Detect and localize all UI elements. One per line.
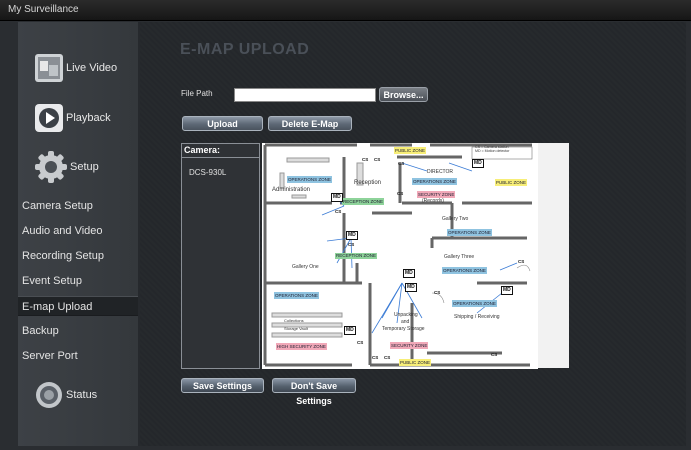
camera-station-marker: CS xyxy=(434,290,441,295)
room-gallery-two: Gallery Two xyxy=(442,216,469,222)
motion-detector-marker: MD xyxy=(331,193,343,202)
live-video-icon xyxy=(34,53,64,83)
sidebar-item-status[interactable]: Status xyxy=(18,380,138,410)
title-bar: My Surveillance xyxy=(0,0,691,21)
room-temporary-storage: Temporary Storage xyxy=(382,326,425,332)
camera-list-panel: Camera: DCS-930L xyxy=(181,143,260,369)
camera-station-marker: CS xyxy=(384,355,391,360)
room-shipping-receiving: Shipping / Receiving xyxy=(454,314,500,320)
sidebar-item-label: Recording Setup xyxy=(22,250,104,262)
sidebar-item-recording-setup[interactable]: Recording Setup xyxy=(22,246,134,266)
room-records: (Records) xyxy=(422,198,444,204)
sidebar-item-label: Setup xyxy=(70,161,99,173)
room-reception: Reception xyxy=(354,180,382,186)
room-storage-vault: Storage Vault xyxy=(284,326,308,331)
motion-detector-marker: MD xyxy=(405,283,417,292)
delete-emap-button[interactable]: Delete E-Map xyxy=(268,116,352,131)
sidebar-item-event-setup[interactable]: Event Setup xyxy=(22,271,134,291)
motion-detector-marker: MD xyxy=(472,159,484,168)
zone-label: OPERATIONS ZONE xyxy=(287,176,332,183)
sidebar-item-label: Audio and Video xyxy=(22,225,103,237)
camera-station-marker: CS xyxy=(348,242,355,247)
camera-station-marker: CS xyxy=(335,209,342,214)
page-title: E-MAP UPLOAD xyxy=(180,41,310,58)
room-gallery-three: Gallery Three xyxy=(444,254,475,260)
file-path-input[interactable] xyxy=(234,88,376,102)
camera-station-marker: CS xyxy=(357,340,364,345)
camera-station-marker: CS xyxy=(397,191,404,196)
sidebar-item-label: Status xyxy=(66,389,98,401)
sidebar-item-server-port[interactable]: Server Port xyxy=(22,346,134,366)
sidebar-item-backup[interactable]: Backup xyxy=(22,321,134,341)
dont-save-settings-button[interactable]: Don't Save Settings xyxy=(272,378,356,406)
zone-label: OPERATIONS ZONE xyxy=(447,229,492,236)
zone-label: OPERATIONS ZONE xyxy=(452,300,497,307)
camera-station-marker: CS xyxy=(362,157,369,162)
emap-legend: CS = Camera station MD = Motion detector xyxy=(475,145,509,153)
camera-list-item[interactable]: DCS-930L xyxy=(182,158,259,177)
sidebar-item-label: Event Setup xyxy=(22,275,82,287)
sidebar-item-label: Live Video xyxy=(66,62,118,74)
zone-label: HIGH SECURITY ZONE xyxy=(276,343,327,350)
zone-label: OPERATIONS ZONE xyxy=(442,267,487,274)
save-settings-button[interactable]: Save Settings xyxy=(181,378,264,393)
legend-line: MD = Motion detector xyxy=(475,149,510,153)
sidebar-item-label: Server Port xyxy=(22,350,78,362)
zone-label: RECEPTION ZONE xyxy=(342,198,385,205)
sidebar-item-camera-setup[interactable]: Camera Setup xyxy=(22,196,134,216)
zone-label: RECEPTION ZONE xyxy=(335,253,378,259)
camera-station-marker: CS xyxy=(398,161,405,166)
sidebar-item-emap-upload[interactable]: E-map Upload xyxy=(18,296,138,316)
status-icon xyxy=(34,380,64,410)
zone-label: PUBLIC ZONE xyxy=(394,147,427,154)
camera-station-marker: CS xyxy=(374,157,381,162)
gear-icon xyxy=(34,150,67,183)
zone-label: OPERATIONS ZONE xyxy=(412,178,457,185)
sidebar-item-live-video[interactable]: Live Video xyxy=(18,53,138,83)
file-path-label: File Path xyxy=(181,89,213,98)
window-title: My Surveillance xyxy=(8,4,79,15)
upload-button[interactable]: Upload xyxy=(182,116,263,131)
camera-station-marker: CS xyxy=(518,259,525,264)
sidebar-item-label: Backup xyxy=(22,325,59,337)
zone-label: PUBLIC ZONE xyxy=(495,179,528,186)
sidebar-item-label: Camera Setup xyxy=(22,200,93,212)
emap-floor-plan[interactable]: CS = Camera station MD = Motion detector… xyxy=(262,143,538,369)
sidebar-item-setup[interactable]: Setup xyxy=(18,150,138,183)
zone-label: SECURITY ZONE xyxy=(417,191,456,198)
sidebar-item-label: E-map Upload xyxy=(22,301,93,313)
sidebar-item-audio-video[interactable]: Audio and Video xyxy=(22,221,134,241)
camera-station-marker: CS xyxy=(491,352,498,357)
room-gallery-one: Gallery One xyxy=(292,264,319,270)
room-and: and xyxy=(401,319,410,325)
browse-button[interactable]: Browse... xyxy=(379,87,428,102)
emap-canvas-margin xyxy=(538,143,569,368)
room-collections: Collections xyxy=(284,318,304,323)
camera-station-marker: CS xyxy=(372,355,379,360)
motion-detector-marker: MD xyxy=(501,286,513,295)
room-administration: Administration xyxy=(272,187,311,193)
zone-label: OPERATIONS ZONE xyxy=(274,292,319,299)
sidebar-item-label: Playback xyxy=(66,112,111,124)
zone-label: PUBLIC ZONE xyxy=(399,359,432,366)
motion-detector-marker: MD xyxy=(346,231,358,240)
sidebar-item-playback[interactable]: Playback xyxy=(18,103,138,133)
motion-detector-marker: MD xyxy=(344,326,356,335)
playback-icon xyxy=(34,103,64,133)
camera-list-header: Camera: xyxy=(182,144,259,158)
room-unpacking: Unpacking xyxy=(394,312,418,318)
motion-detector-marker: MD xyxy=(403,269,415,278)
room-director: DIRECTOR xyxy=(427,169,454,175)
zone-label: SECURITY ZONE xyxy=(390,342,429,349)
